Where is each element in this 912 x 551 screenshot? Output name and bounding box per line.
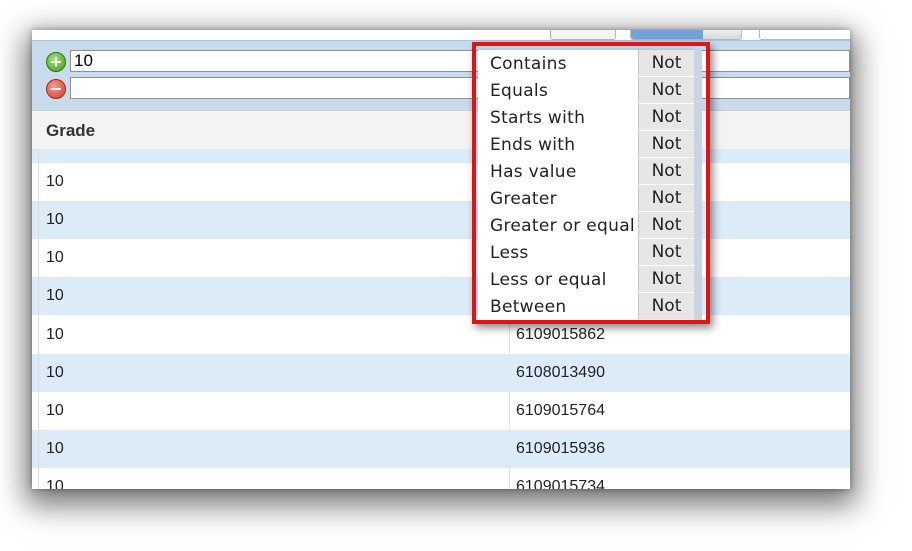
cell-grade: 10	[46, 211, 64, 228]
toolbar-button[interactable]	[550, 30, 616, 40]
grid-body: 10 10 10 10 10 10 6109015862 10 61080134…	[32, 149, 850, 489]
filter-value-input[interactable]: 10	[70, 50, 850, 72]
toolbar-field[interactable]	[759, 30, 850, 40]
table-row[interactable]: 10	[32, 239, 850, 277]
cell-grade: 10	[46, 149, 64, 153]
toolbar-toggle-button[interactable]	[630, 30, 742, 40]
grid-left-border	[38, 149, 39, 489]
cell-grade: 10	[46, 402, 64, 419]
cell-id: 6108013490	[516, 364, 605, 381]
table-row[interactable]: 10	[32, 201, 850, 239]
toolbar-strip	[32, 30, 850, 40]
cell-id: 6109015764	[516, 402, 605, 419]
table-row[interactable]: 10	[32, 163, 850, 201]
filter-second-value-input[interactable]	[70, 77, 850, 99]
table-row[interactable]: 10 6109015862	[32, 316, 850, 354]
highlight-box	[472, 42, 710, 324]
app-window: + 10 − Grade 10 10 10 10 10 10 610901586…	[32, 30, 850, 489]
cell-id: 6109015862	[516, 326, 605, 343]
cell-grade: 10	[46, 478, 64, 489]
table-row[interactable]: 10	[32, 277, 850, 315]
plus-icon[interactable]: +	[46, 52, 66, 72]
table-row[interactable]: 10	[32, 149, 850, 163]
cell-grade: 10	[46, 249, 64, 266]
cell-id: 6109015936	[516, 440, 605, 457]
table-row[interactable]: 10 6109015936	[32, 430, 850, 468]
cell-grade: 10	[46, 287, 64, 304]
cell-grade: 10	[46, 326, 64, 343]
grid-header: Grade	[32, 110, 850, 150]
cell-grade: 10	[46, 364, 64, 381]
cell-grade: 10	[46, 440, 64, 457]
table-row[interactable]: 10 6108013490	[32, 354, 850, 392]
column-header-grade[interactable]: Grade	[46, 121, 95, 141]
table-row[interactable]: 10 6109015734	[32, 468, 850, 489]
cell-grade: 10	[46, 173, 64, 190]
filter-panel: + 10 −	[32, 40, 850, 111]
toolbar-toggle-active-segment	[631, 30, 703, 39]
cell-id: 6109015734	[516, 478, 605, 489]
table-row[interactable]: 10 6109015764	[32, 392, 850, 430]
minus-icon[interactable]: −	[46, 79, 66, 99]
